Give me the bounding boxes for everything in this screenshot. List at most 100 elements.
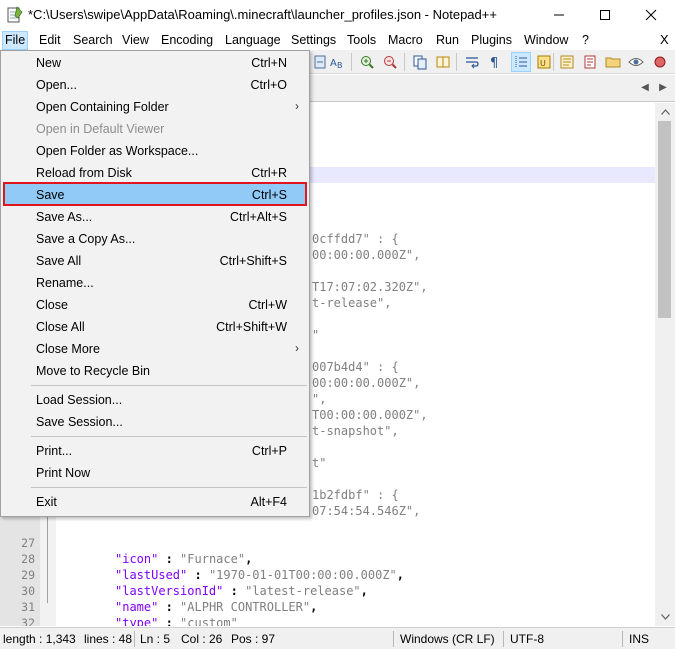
svg-text:¶: ¶ [490,56,498,70]
menu-item-print[interactable]: Print... Ctrl+P [3,440,307,462]
menu-item-move-to-recycle-bin[interactable]: Move to Recycle Bin [3,360,307,382]
close-document-button[interactable]: X [660,32,669,47]
menu-plugins[interactable]: Plugins [469,32,514,49]
menu-item-open-folder-workspace[interactable]: Open Folder as Workspace... [3,140,307,162]
svg-text:B: B [337,61,343,70]
document-tool-icon [314,55,326,69]
minimize-button[interactable] [536,0,582,30]
menu-separator [31,385,307,386]
eye-icon [628,58,644,66]
toolbar-button-sync-horizontal[interactable] [433,52,453,72]
maximize-icon [600,10,610,20]
menu-item-open-default-viewer: Open in Default Viewer [36,122,165,136]
toolbar-button-replace[interactable]: AB [327,52,347,72]
menu-item-save-session[interactable]: Save Session... [3,411,307,433]
function-list-icon [584,55,596,69]
status-encoding[interactable]: UTF-8 [510,632,544,646]
status-eol[interactable]: Windows (CR LF) [400,632,495,646]
sync-vertical-icon [413,55,427,70]
menu-search[interactable]: Search [71,32,115,49]
toolbar-button-macro[interactable] [650,52,670,72]
menu-view[interactable]: View [120,32,151,49]
menu-item-save-copy-as[interactable]: Save a Copy As... [3,228,307,250]
toolbar-button-word-wrap[interactable] [462,52,482,72]
toolbar-button-zoom-in[interactable] [357,52,377,72]
maximize-button[interactable] [582,0,628,30]
tab-scroll-left-icon[interactable]: ◀ [637,80,653,96]
notepad-icon [7,6,23,23]
menu-run[interactable]: Run [434,32,461,49]
menu-bar: File Edit Search View Encoding Language … [0,30,675,50]
scroll-down-arrow-icon[interactable] [655,608,675,625]
toolbar-button-folder-workspace[interactable] [603,52,623,72]
menu-separator [31,487,307,488]
submenu-arrow-icon: › [295,341,299,355]
indent-guide-icon [515,56,527,68]
toolbar-button-doc-map[interactable] [557,52,577,72]
menu-macro[interactable]: Macro [386,32,425,49]
menu-item-save-all[interactable]: Save All Ctrl+Shift+S [3,250,307,272]
toolbar-button-func-list[interactable] [580,52,600,72]
toolbar-button-indent-guide[interactable] [511,52,531,72]
tab-scroll-right-icon[interactable]: ▶ [655,80,671,96]
menu-item-close-more[interactable]: Close More › [3,338,307,360]
toolbar-button-show-all-chars[interactable]: ¶ [485,52,505,72]
code-line: 31 "type" : "custom" [21,600,238,626]
file-menu-dropdown: New Ctrl+N Open... Ctrl+O Open Containing … [0,50,310,517]
menu-item-save-as[interactable]: Save As... Ctrl+Alt+S [3,206,307,228]
menu-item-new[interactable]: New Ctrl+N [3,52,307,74]
menu-separator [31,436,307,437]
svg-text:A: A [330,58,337,69]
menu-help[interactable]: ? [580,32,591,49]
status-length: length : 1,343 [3,632,76,646]
status-bar: length : 1,343 lines : 48 Ln : 5 Col : 2… [0,627,675,649]
svg-text:U: U [540,59,546,68]
code-line: 30 "name" : "ALPHR CONTROLLER", [21,584,318,614]
menu-language[interactable]: Language [223,32,283,49]
code-line: 32 } [21,616,35,626]
replace-icon: AB [330,58,343,70]
menu-file[interactable]: File [2,31,29,50]
scroll-up-arrow-icon[interactable] [655,103,675,120]
code-line: 28 "lastUsed" : "1970-01-01T00:00:00.000… [21,552,405,582]
code-line: 27 "icon" : "Furnace", [21,536,253,566]
folder-icon [605,57,621,68]
sync-horizontal-icon [436,56,450,68]
window-title: *C:\Users\swipe\AppData\Roaming\.minecra… [28,7,497,22]
menu-item-load-session[interactable]: Load Session... [3,389,307,411]
vertical-scrollbar[interactable] [655,103,675,626]
menu-edit[interactable]: Edit [37,32,63,49]
status-lines: lines : 48 [84,632,133,646]
toolbar-button-lang-udl[interactable]: U [534,52,554,72]
menu-window[interactable]: Window [522,32,570,49]
zoom-out-icon [384,56,397,69]
status-insert-mode[interactable]: INS [629,632,649,646]
toolbar-button-zoom-out[interactable] [380,52,400,72]
title-bar: *C:\Users\swipe\AppData\Roaming\.minecra… [0,0,675,30]
scrollbar-thumb[interactable] [658,121,671,318]
menu-item-rename[interactable]: Rename... [3,272,307,294]
document-map-icon [560,55,574,69]
pilcrow-icon: ¶ [490,56,498,70]
menu-item-open-containing-folder[interactable]: Open Containing Folder › [3,96,307,118]
save-highlight-outline [3,182,307,206]
menu-item-print-now[interactable]: Print Now [3,462,307,484]
code-line: 29 "lastVersionId" : "latest-release", [21,568,368,598]
zoom-in-icon [361,56,374,69]
menu-settings[interactable]: Settings [289,32,338,49]
word-wrap-icon [466,57,479,69]
close-window-button[interactable] [628,0,674,30]
menu-item-exit[interactable]: Exit Alt+F4 [3,491,307,513]
menu-tools[interactable]: Tools [345,32,378,49]
menu-item-close[interactable]: Close Ctrl+W [3,294,307,316]
submenu-arrow-icon: › [295,99,299,113]
minimize-icon [554,14,564,16]
menu-item-reload[interactable]: Reload from Disk Ctrl+R [3,162,307,184]
menu-item-close-all[interactable]: Close All Ctrl+Shift+W [3,316,307,338]
toolbar-button-monitoring[interactable] [626,52,646,72]
udl-icon: U [537,55,551,69]
close-icon [645,9,657,21]
toolbar-button-sync-vertical[interactable] [410,52,430,72]
menu-item-open[interactable]: Open... Ctrl+O [3,74,307,96]
menu-encoding[interactable]: Encoding [159,32,215,49]
